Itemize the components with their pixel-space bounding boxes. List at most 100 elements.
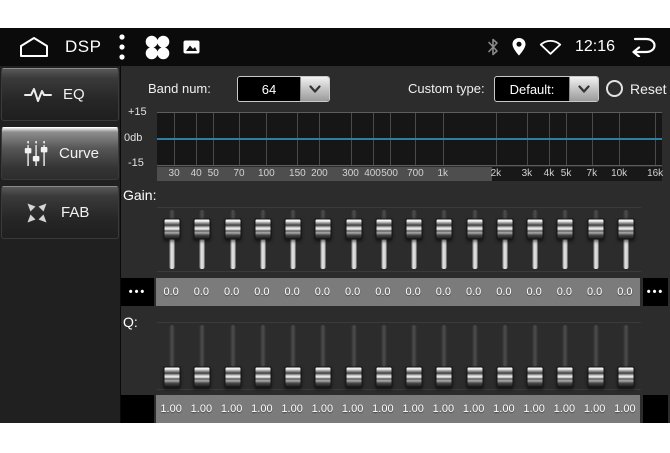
q-slider-knob[interactable] <box>496 367 513 388</box>
dsp-app: EQ Curve <box>0 66 670 423</box>
gain-slider-5[interactable] <box>278 208 308 271</box>
gain-slider-knob[interactable] <box>466 219 483 240</box>
gain-value-11: 0.0 <box>459 278 489 306</box>
bluetooth-icon <box>487 38 499 56</box>
app-title: DSP <box>65 37 101 57</box>
q-values-left-gap <box>121 395 154 423</box>
gain-more-left-button[interactable]: ••• <box>121 278 154 306</box>
gain-value-5: 0.0 <box>277 278 307 306</box>
gain-slider-1[interactable] <box>157 208 187 271</box>
q-slider-knob[interactable] <box>587 367 604 388</box>
q-slider-knob[interactable] <box>527 367 544 388</box>
q-slider-12[interactable] <box>490 323 520 389</box>
q-slider-4[interactable] <box>248 323 278 389</box>
q-slider-knob[interactable] <box>557 367 574 388</box>
q-slider-knob[interactable] <box>617 367 634 388</box>
sidebar-item-eq[interactable]: EQ <box>1 68 119 121</box>
q-slider-knob[interactable] <box>285 367 302 388</box>
q-slider-16[interactable] <box>611 323 641 389</box>
q-value-16: 1.00 <box>610 395 640 423</box>
overflow-menu-icon[interactable] <box>119 34 125 60</box>
freq-scale[interactable]: 304050701001502003004005007001k2k3k4k5k7… <box>157 167 662 181</box>
gallery-icon[interactable] <box>183 40 200 54</box>
gain-slider-knob[interactable] <box>285 219 302 240</box>
q-values-row: 1.001.001.001.001.001.001.001.001.001.00… <box>121 395 670 423</box>
back-icon[interactable] <box>628 37 657 57</box>
gain-slider-knob[interactable] <box>557 219 574 240</box>
gain-slider-2[interactable] <box>187 208 217 271</box>
q-value-9: 1.00 <box>398 395 428 423</box>
custom-type-dropdown[interactable]: Default: <box>494 76 599 102</box>
gain-slider-3[interactable] <box>218 208 248 271</box>
q-slider-8[interactable] <box>369 323 399 389</box>
gain-slider-9[interactable] <box>399 208 429 271</box>
wifi-icon <box>539 39 562 55</box>
home-icon[interactable] <box>19 36 49 58</box>
q-value-4: 1.00 <box>247 395 277 423</box>
gain-slider-knob[interactable] <box>436 219 453 240</box>
q-slider-knob[interactable] <box>466 367 483 388</box>
q-slider-2[interactable] <box>187 323 217 389</box>
freq-tick-label: 50 <box>208 168 219 179</box>
gain-slider-4[interactable] <box>248 208 278 271</box>
q-slider-10[interactable] <box>429 323 459 389</box>
q-slider-1[interactable] <box>157 323 187 389</box>
q-slider-11[interactable] <box>460 323 490 389</box>
q-slider-knob[interactable] <box>436 367 453 388</box>
sidebar-item-fab[interactable]: FAB <box>1 186 119 239</box>
q-values-right-gap <box>643 395 668 423</box>
gain-slider-15[interactable] <box>581 208 611 271</box>
gain-label: Gain: <box>123 187 156 203</box>
gain-slider-knob[interactable] <box>496 219 513 240</box>
q-slider-9[interactable] <box>399 323 429 389</box>
gain-slider-knob[interactable] <box>345 219 362 240</box>
q-slider-knob[interactable] <box>224 367 241 388</box>
gain-slider-11[interactable] <box>460 208 490 271</box>
gain-slider-12[interactable] <box>490 208 520 271</box>
q-sliders <box>157 322 641 390</box>
sidebar-item-curve[interactable]: Curve <box>1 127 119 180</box>
freq-tick-label: 2k <box>491 168 502 179</box>
gain-slider-10[interactable] <box>429 208 459 271</box>
gain-slider-knob[interactable] <box>315 219 332 240</box>
q-slider-knob[interactable] <box>254 367 271 388</box>
q-slider-knob[interactable] <box>375 367 392 388</box>
q-slider-3[interactable] <box>218 323 248 389</box>
q-slider-knob[interactable] <box>315 367 332 388</box>
chevron-down-icon[interactable] <box>300 77 329 101</box>
q-slider-knob[interactable] <box>345 367 362 388</box>
gain-slider-knob[interactable] <box>224 219 241 240</box>
q-slider-7[interactable] <box>339 323 369 389</box>
reset-radio-button[interactable] <box>606 80 623 97</box>
gain-slider-knob[interactable] <box>617 219 634 240</box>
gain-slider-knob[interactable] <box>587 219 604 240</box>
gain-slider-knob[interactable] <box>375 219 392 240</box>
q-slider-5[interactable] <box>278 323 308 389</box>
gain-slider-7[interactable] <box>339 208 369 271</box>
q-slider-knob[interactable] <box>194 367 211 388</box>
gain-slider-knob[interactable] <box>194 219 211 240</box>
gain-slider-8[interactable] <box>369 208 399 271</box>
gain-slider-knob[interactable] <box>254 219 271 240</box>
freq-tick-label: 150 <box>289 168 306 179</box>
q-slider-13[interactable] <box>520 323 550 389</box>
gain-slider-6[interactable] <box>308 208 338 271</box>
band-num-dropdown[interactable]: 64 <box>237 76 330 102</box>
zero-db-line <box>157 138 662 140</box>
q-slider-15[interactable] <box>581 323 611 389</box>
q-slider-6[interactable] <box>308 323 338 389</box>
q-slider-14[interactable] <box>550 323 580 389</box>
gain-slider-knob[interactable] <box>164 219 181 240</box>
gain-slider-knob[interactable] <box>527 219 544 240</box>
gain-slider-knob[interactable] <box>406 219 423 240</box>
q-slider-knob[interactable] <box>164 367 181 388</box>
gain-more-right-button[interactable]: ••• <box>643 278 668 306</box>
gain-slider-13[interactable] <box>520 208 550 271</box>
apps-clover-icon[interactable] <box>145 35 170 60</box>
gain-slider-16[interactable] <box>611 208 641 271</box>
chevron-down-icon[interactable] <box>569 77 598 101</box>
gain-slider-14[interactable] <box>550 208 580 271</box>
q-slider-knob[interactable] <box>406 367 423 388</box>
sidebar-item-label: FAB <box>61 204 89 221</box>
sidebar-item-label: Curve <box>59 145 99 162</box>
